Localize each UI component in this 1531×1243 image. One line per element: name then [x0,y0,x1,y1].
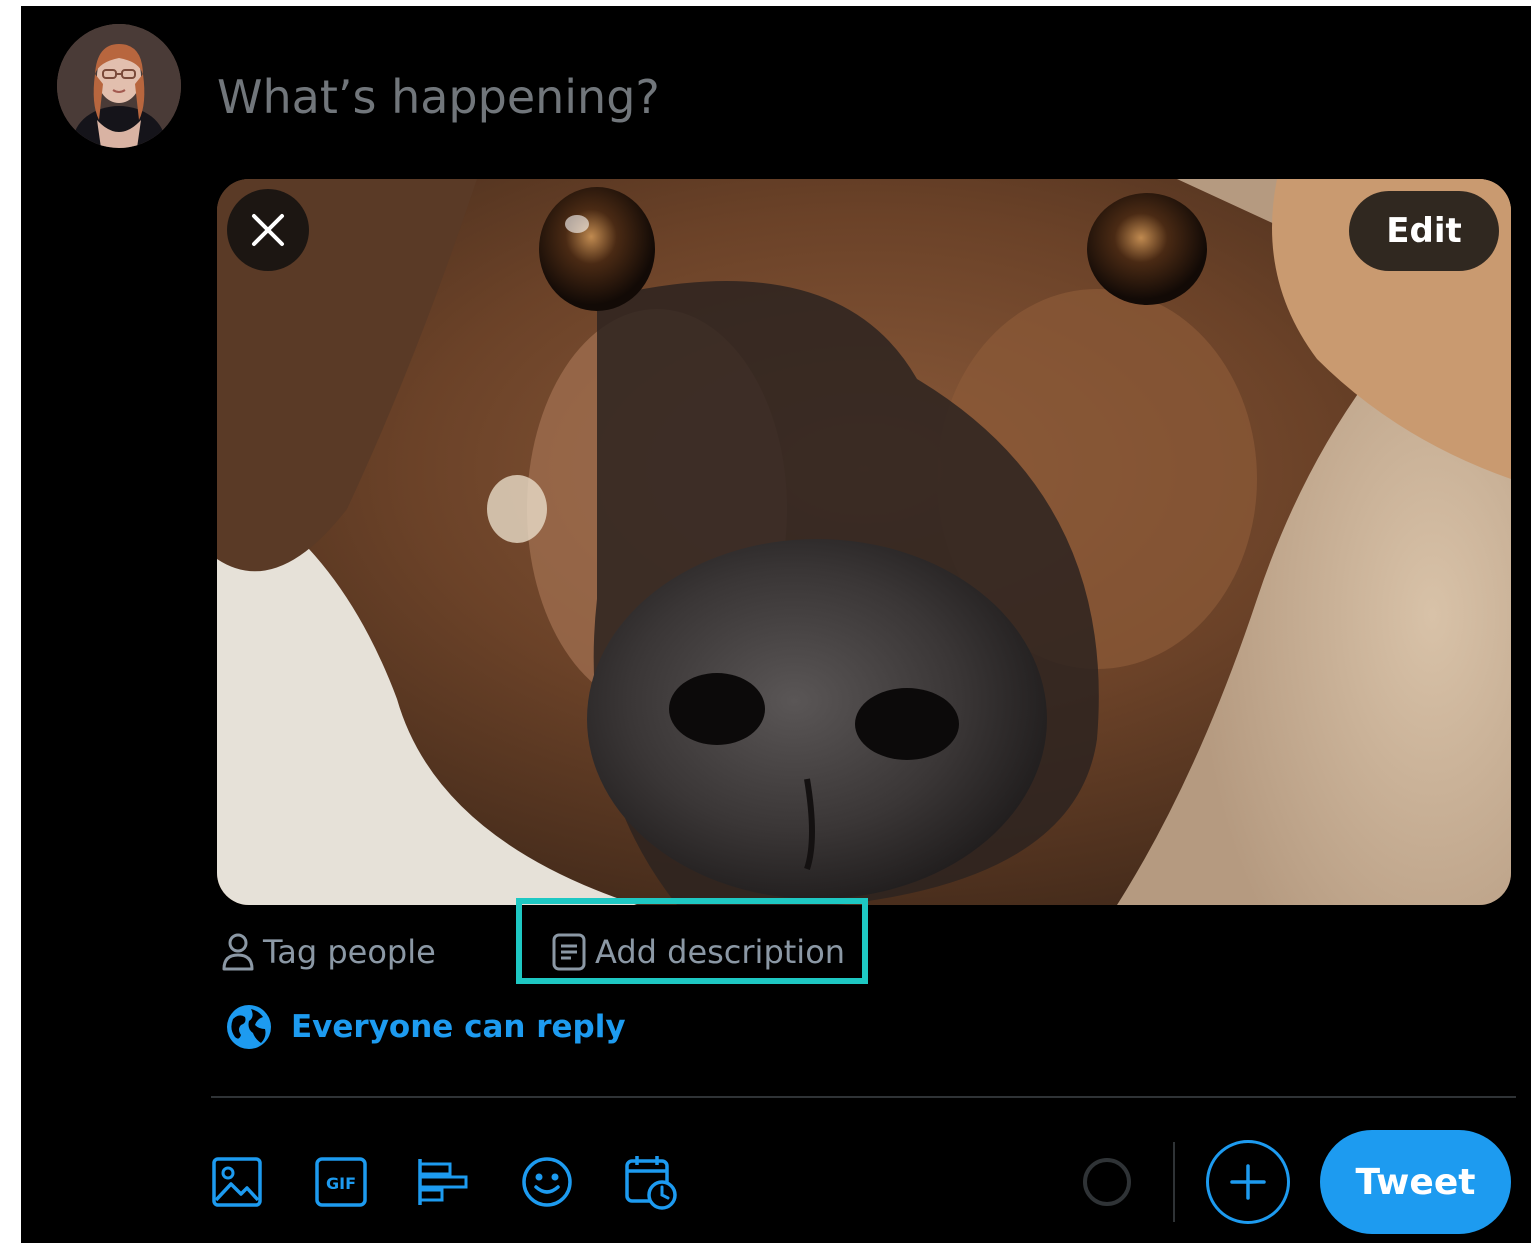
dog-photo-icon [217,179,1511,905]
tag-people-label: Tag people [263,933,436,971]
add-media-button[interactable] [207,1152,267,1212]
highlight-box [516,898,868,984]
edit-image-button[interactable]: Edit [1349,191,1499,271]
add-gif-button[interactable]: GIF [311,1152,371,1212]
emoji-icon [522,1157,572,1207]
schedule-tweet-button[interactable] [621,1152,681,1212]
progress-ring-icon [1083,1158,1131,1206]
toolbar-divider [211,1096,1516,1098]
user-avatar[interactable] [57,24,181,148]
compose-tweet-panel: Edit Tag people Add description [21,6,1531,1243]
toolbar-separator [1173,1142,1175,1222]
globe-icon [225,1003,273,1051]
remove-image-button[interactable] [227,189,309,271]
add-tweet-button[interactable] [1206,1140,1290,1224]
schedule-icon [625,1156,677,1210]
reply-setting-label: Everyone can reply [291,1009,626,1045]
plus-icon [1230,1164,1266,1200]
tweet-button[interactable]: Tweet [1320,1130,1511,1234]
tweet-text-input[interactable] [217,62,1217,132]
person-icon [221,932,255,972]
attached-image: Edit [217,179,1511,905]
poll-icon [418,1159,468,1205]
svg-text:GIF: GIF [326,1174,356,1193]
image-icon [212,1157,262,1207]
add-poll-button[interactable] [413,1152,473,1212]
add-emoji-button[interactable] [517,1152,577,1212]
character-count-ring [1081,1156,1133,1208]
avatar-photo-icon [57,24,181,148]
tag-people-button[interactable]: Tag people [221,922,436,982]
reply-setting-button[interactable]: Everyone can reply [225,1002,626,1052]
close-icon [252,214,284,246]
gif-icon: GIF [315,1157,367,1207]
